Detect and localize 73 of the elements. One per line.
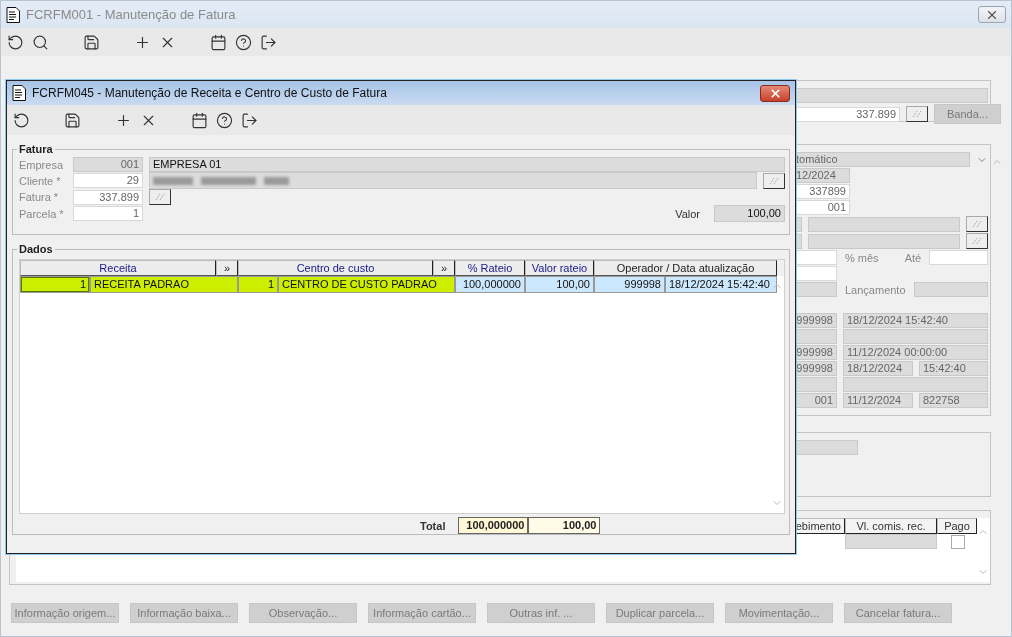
window-title: FCRFM001 - Manutenção de Fatura bbox=[26, 7, 237, 22]
empresa-name-field: EMPRESA 01 bbox=[149, 157, 785, 172]
table-cell: 999998 bbox=[594, 276, 665, 293]
column-header: Valor rateio bbox=[525, 260, 594, 276]
lookup-button[interactable] bbox=[906, 106, 928, 122]
lookup-button[interactable] bbox=[966, 233, 988, 249]
close-icon bbox=[768, 86, 782, 100]
valor-label: Valor bbox=[675, 207, 700, 220]
date-field: 11/12/2024 bbox=[843, 393, 913, 408]
time-field: 822758 bbox=[919, 393, 988, 408]
valor-field: 100,00 bbox=[714, 205, 785, 222]
field-label: Parcela * bbox=[19, 207, 65, 220]
save-icon[interactable] bbox=[83, 33, 100, 51]
field-label: Cliente * bbox=[19, 174, 62, 187]
help-icon[interactable] bbox=[216, 111, 233, 129]
close-button[interactable] bbox=[760, 84, 790, 102]
lookup-icon bbox=[972, 220, 982, 228]
lookup-icon bbox=[155, 193, 165, 201]
grid-row[interactable]: 1 RECEITA PADRAO 1 CENTRO DE CUSTO PADRAO 100,000000 100,00 999998 18/12/2024 15:42:40 bbox=[20, 276, 784, 293]
parcela-field[interactable]: 1 bbox=[73, 206, 143, 221]
until-field bbox=[929, 250, 988, 265]
column-header: Centro de custo bbox=[238, 260, 433, 276]
fatura-field[interactable]: 337.899 bbox=[73, 189, 143, 205]
lookup-button[interactable] bbox=[966, 216, 988, 232]
group-title: Dados bbox=[18, 243, 54, 255]
column-header: Vl. comis. rec. bbox=[845, 518, 937, 534]
total-label: Total bbox=[420, 519, 446, 532]
document-icon bbox=[12, 85, 26, 101]
undo-icon[interactable] bbox=[7, 33, 24, 51]
group-title: Fatura bbox=[18, 143, 54, 155]
table-cell: 100,00 bbox=[525, 276, 594, 293]
undo-icon[interactable] bbox=[13, 111, 30, 129]
exit-icon[interactable] bbox=[241, 111, 258, 129]
lookup-icon bbox=[972, 237, 982, 245]
table-cell: 1 bbox=[238, 276, 278, 293]
column-header: Receita bbox=[20, 260, 216, 276]
table-cell: 1 bbox=[20, 276, 90, 293]
table-cell: 18/12/2024 15:42:40 bbox=[665, 276, 777, 293]
table-cell: 100,000000 bbox=[455, 276, 525, 293]
until-label: Até bbox=[904, 251, 922, 264]
date-field: 18/12/2024 15:42:40 bbox=[843, 313, 988, 328]
column-header: Operador / Data atualização bbox=[594, 260, 777, 276]
expand-column-button[interactable]: » bbox=[216, 260, 238, 276]
total-percent-field: 100,000000 bbox=[458, 517, 529, 534]
dialog-title: FCRFM045 - Manutenção de Receita e Centro de Custo de Fatura bbox=[32, 86, 388, 100]
cliente-field[interactable]: 29 bbox=[73, 173, 143, 188]
field-label: Fatura * bbox=[19, 191, 60, 203]
lookup-icon bbox=[769, 176, 779, 185]
help-icon[interactable] bbox=[235, 33, 252, 51]
posting-label: Lançamento bbox=[845, 283, 906, 296]
empresa-code-field: 001 bbox=[73, 157, 143, 172]
percent-month-label: % mês bbox=[845, 251, 879, 264]
calendar-icon[interactable] bbox=[191, 111, 208, 129]
paid-checkbox[interactable] bbox=[951, 534, 965, 549]
column-header: Pago bbox=[937, 518, 977, 534]
time-field: 15:42:40 bbox=[919, 361, 988, 376]
calendar-icon[interactable] bbox=[210, 33, 227, 51]
expand-column-button[interactable]: » bbox=[433, 260, 455, 276]
field-label: Empresa bbox=[19, 158, 65, 171]
close-button[interactable] bbox=[978, 6, 1006, 23]
lookup-button[interactable] bbox=[149, 189, 171, 205]
total-value-field: 100,00 bbox=[528, 517, 601, 534]
table-cell: RECEITA PADRAO bbox=[90, 276, 238, 293]
lookup-button[interactable] bbox=[763, 172, 785, 189]
save-icon[interactable] bbox=[64, 111, 81, 129]
date-field: 11/12/2024 00:00:00 bbox=[843, 345, 988, 360]
document-icon bbox=[6, 6, 20, 23]
exit-icon[interactable] bbox=[260, 33, 277, 51]
date-field: 18/12/2024 bbox=[843, 361, 913, 376]
column-header: % Rateio bbox=[455, 260, 525, 276]
search-icon[interactable] bbox=[32, 33, 49, 51]
table-cell: CENTRO DE CUSTO PADRAO bbox=[278, 276, 455, 293]
lookup-icon bbox=[912, 110, 922, 118]
